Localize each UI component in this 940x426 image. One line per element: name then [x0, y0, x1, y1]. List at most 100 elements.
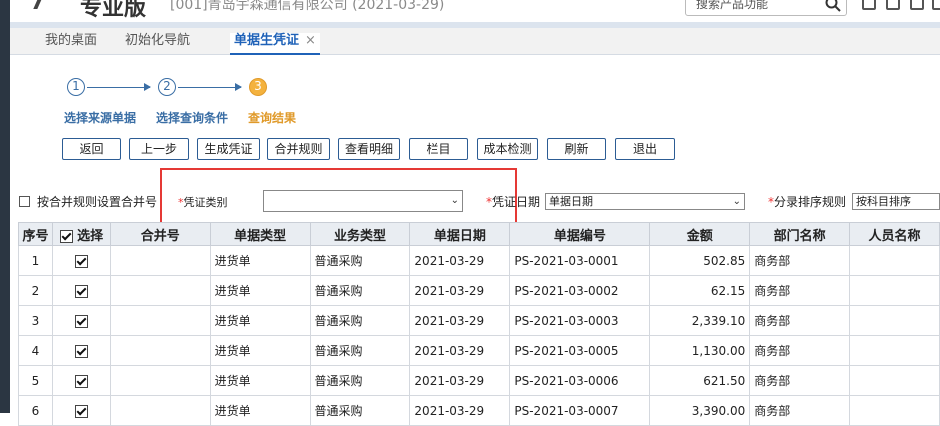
- col-header-person[interactable]: 人员名称: [849, 222, 940, 246]
- company-info: [001]青岛宇森通信有限公司 (2021-03-29): [170, 0, 445, 13]
- row-select-checkbox[interactable]: [74, 314, 88, 328]
- col-header-doc-date[interactable]: 单据日期: [409, 222, 511, 246]
- lock-icon[interactable]: [886, 0, 900, 10]
- merge-no-cell[interactable]: [109, 275, 211, 306]
- doc-no-cell[interactable]: PS-2021-03-0002: [509, 275, 651, 306]
- view-detail-button[interactable]: 查看明细: [338, 138, 400, 160]
- row-number: 1: [18, 245, 53, 276]
- previous-step-button[interactable]: 上一步: [129, 138, 189, 160]
- doc-date-cell: 2021-03-29: [409, 245, 511, 276]
- doc-no-cell[interactable]: PS-2021-03-0003: [509, 305, 651, 336]
- doc-date-cell: 2021-03-29: [409, 365, 511, 396]
- edition-title: 专业版: [80, 0, 147, 21]
- columns-button[interactable]: 栏目: [409, 138, 468, 160]
- doc-no-cell[interactable]: PS-2021-03-0001: [509, 245, 651, 276]
- col-header-select[interactable]: 选择: [51, 222, 111, 246]
- col-header-doc-type[interactable]: 单据类型: [209, 222, 311, 246]
- row-number: 4: [18, 335, 53, 366]
- exit-button[interactable]: 退出: [615, 138, 675, 160]
- voucher-type-label: *凭证类别: [178, 194, 228, 210]
- table-row[interactable]: 3 进货单 普通采购 2021-03-29 PS-2021-03-0003 2,339.1…: [18, 305, 940, 336]
- merge-no-cell[interactable]: [109, 305, 211, 336]
- home-icon[interactable]: [862, 0, 876, 10]
- row-select-cell: [51, 305, 111, 336]
- biz-type-cell: 普通采购: [309, 275, 411, 306]
- sort-rule-label: *分录排序规则: [768, 193, 846, 210]
- doc-date-cell: 2021-03-29: [409, 335, 511, 366]
- table-row[interactable]: 6 进货单 普通采购 2021-03-29 PS-2021-03-0007 3,390.0…: [18, 395, 940, 426]
- col-header-no[interactable]: 序号: [18, 222, 53, 246]
- row-select-checkbox[interactable]: [74, 404, 88, 418]
- biz-type-cell: 普通采购: [309, 245, 411, 276]
- merge-no-cell[interactable]: [109, 335, 211, 366]
- person-cell: [849, 335, 940, 366]
- biz-type-cell: 普通采购: [309, 365, 411, 396]
- voucher-type-select[interactable]: ⌄: [263, 190, 463, 212]
- row-number: 2: [18, 275, 53, 306]
- col-header-biz-type[interactable]: 业务类型: [309, 222, 411, 246]
- select-all-checkbox[interactable]: [59, 229, 73, 243]
- search-icon[interactable]: [824, 0, 842, 13]
- voucher-date-select[interactable]: 单据日期 ⌄: [545, 193, 745, 210]
- doc-type-cell: 进货单: [209, 305, 311, 336]
- doc-no-cell[interactable]: PS-2021-03-0007: [509, 395, 651, 426]
- person-cell: [849, 395, 940, 426]
- dept-cell: 商务部: [749, 395, 851, 426]
- row-select-checkbox[interactable]: [74, 374, 88, 388]
- cost-check-button[interactable]: 成本检测: [477, 138, 538, 160]
- row-select-checkbox[interactable]: [74, 284, 88, 298]
- close-window-icon[interactable]: [932, 0, 940, 10]
- step-1-indicator: 1: [67, 78, 85, 96]
- chevron-down-icon: ⌄: [732, 196, 741, 207]
- biz-type-cell: 普通采购: [309, 305, 411, 336]
- voucher-date-value: 单据日期: [549, 195, 593, 208]
- dept-cell: 商务部: [749, 365, 851, 396]
- table-row[interactable]: 1 进货单 普通采购 2021-03-29 PS-2021-03-0001 502.85 商…: [18, 245, 940, 276]
- amount-cell: 1,130.00: [649, 335, 751, 366]
- amount-cell: 621.50: [649, 365, 751, 396]
- row-select-checkbox[interactable]: [74, 254, 88, 268]
- person-cell: [849, 365, 940, 396]
- close-tab-icon[interactable]: ×: [305, 33, 316, 48]
- settings-icon[interactable]: [910, 0, 924, 10]
- back-button[interactable]: 返回: [62, 138, 121, 160]
- sort-rule-text: 分录排序规则: [774, 195, 847, 209]
- merge-no-cell[interactable]: [109, 245, 211, 276]
- tab-my-desktop[interactable]: 我的桌面: [45, 33, 97, 53]
- merge-no-cell[interactable]: [109, 365, 211, 396]
- voucher-date-text: 凭证日期: [492, 195, 541, 209]
- tab-voucher-from-docs[interactable]: 单据生凭证 ×: [230, 33, 320, 55]
- merge-rule-button[interactable]: 合并规则: [267, 138, 330, 160]
- row-number: 3: [18, 305, 53, 336]
- table-row[interactable]: 4 进货单 普通采购 2021-03-29 PS-2021-03-0005 1,130.0…: [18, 335, 940, 366]
- search-input[interactable]: [686, 0, 814, 15]
- generate-voucher-button[interactable]: 生成凭证: [197, 138, 260, 160]
- tab-init-guide[interactable]: 初始化导航: [125, 33, 190, 53]
- chevron-down-icon: ⌄: [450, 195, 459, 206]
- table-row[interactable]: 2 进货单 普通采购 2021-03-29 PS-2021-03-0002 62.15 商务…: [18, 275, 940, 306]
- row-select-checkbox[interactable]: [74, 344, 88, 358]
- col-header-merge-no[interactable]: 合并号: [109, 222, 211, 246]
- doc-no-cell[interactable]: PS-2021-03-0006: [509, 365, 651, 396]
- voucher-docs-table: 序号 选择 合并号 单据类型 业务类型 单据日期 单据编号 金额 部门名称 人员…: [18, 222, 940, 426]
- merge-no-cell[interactable]: [109, 395, 211, 426]
- sort-rule-select[interactable]: 按科目排序: [852, 193, 940, 210]
- merge-rule-checkbox[interactable]: [19, 196, 30, 207]
- step-3-indicator: 3: [249, 78, 267, 96]
- step-2-indicator: 2: [158, 78, 176, 96]
- refresh-button[interactable]: 刷新: [547, 138, 606, 160]
- table-row[interactable]: 5 进货单 普通采购 2021-03-29 PS-2021-03-0006 621.50 商…: [18, 365, 940, 396]
- amount-cell: 2,339.10: [649, 305, 751, 336]
- dept-cell: 商务部: [749, 245, 851, 276]
- dept-cell: 商务部: [749, 305, 851, 336]
- app-logo: 7: [30, 0, 46, 15]
- row-select-cell: [51, 335, 111, 366]
- col-header-dept[interactable]: 部门名称: [749, 222, 851, 246]
- app-header: 7 专业版 [001]青岛宇森通信有限公司 (2021-03-29): [10, 0, 940, 22]
- col-header-doc-no[interactable]: 单据编号: [509, 222, 651, 246]
- col-header-amount[interactable]: 金额: [649, 222, 751, 246]
- doc-no-cell[interactable]: PS-2021-03-0005: [509, 335, 651, 366]
- row-select-cell: [51, 365, 111, 396]
- left-nav-strip: [0, 0, 10, 413]
- sort-rule-value: 按科目排序: [856, 195, 911, 208]
